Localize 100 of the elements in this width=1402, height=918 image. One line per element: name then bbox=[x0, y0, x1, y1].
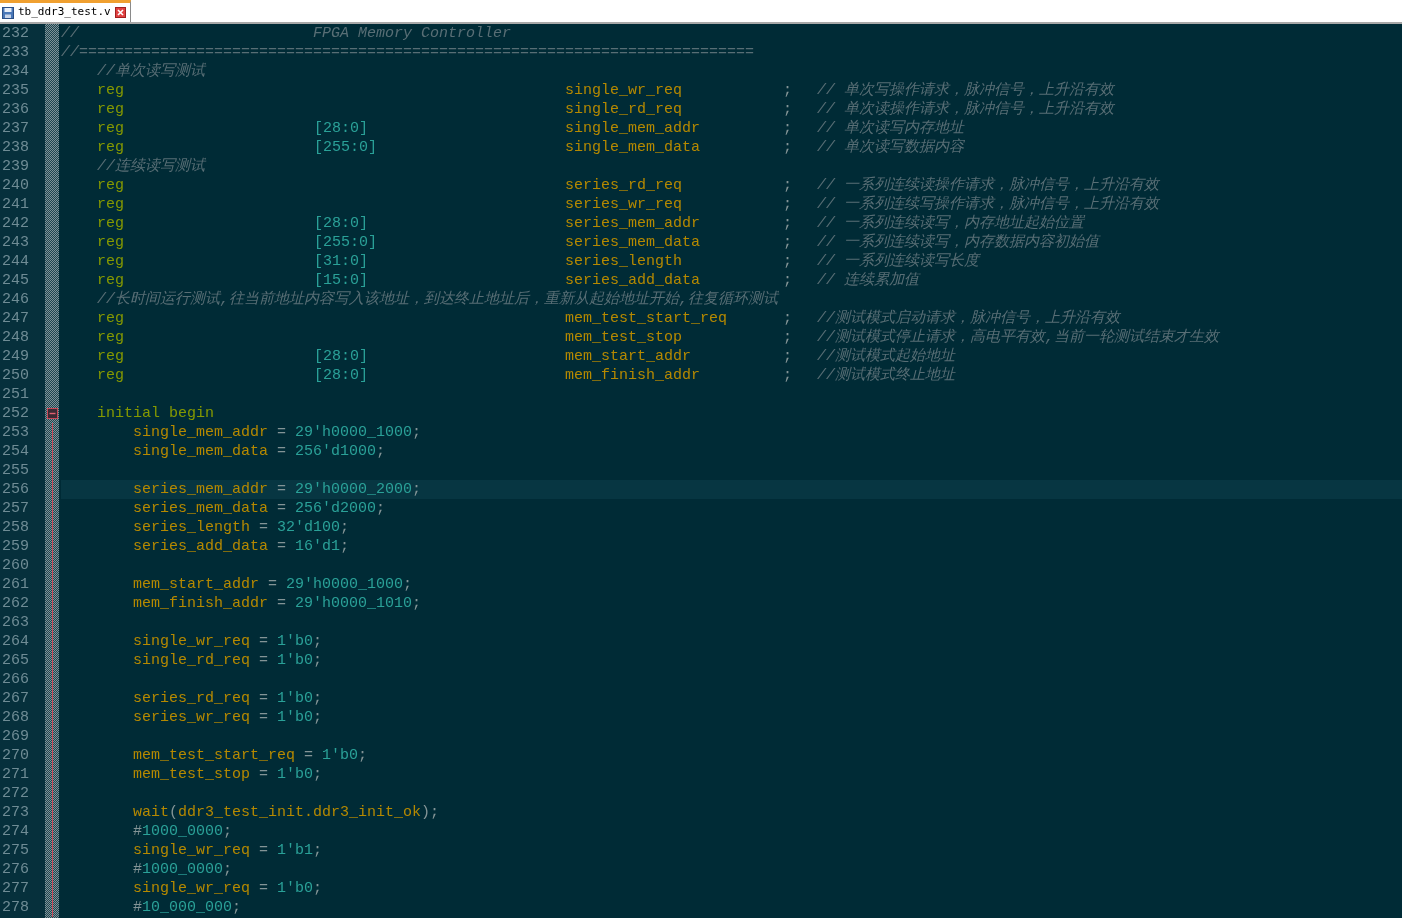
line-number: 277 bbox=[2, 880, 29, 897]
keyword: reg bbox=[97, 177, 124, 194]
semicolon: ; bbox=[783, 310, 792, 327]
line-number: 273 bbox=[2, 804, 29, 821]
line-number: 255 bbox=[2, 462, 29, 479]
line-number: 262 bbox=[2, 595, 29, 612]
code-comment: //测试模式终止地址 bbox=[817, 366, 955, 385]
keyword: reg bbox=[97, 272, 124, 289]
code-comment: // 单次写操作请求，脉冲信号，上升沿有效 bbox=[817, 81, 1114, 100]
semicolon: ; bbox=[783, 215, 792, 232]
line-number: 265 bbox=[2, 652, 29, 669]
line-number: 257 bbox=[2, 500, 29, 517]
code-statement: series_length = 32'd100; bbox=[133, 519, 350, 536]
line-number: 252 bbox=[2, 405, 29, 422]
line-number: 235 bbox=[2, 82, 29, 99]
signal-name: mem_start_addr bbox=[565, 348, 692, 365]
code-comment: // 单次读写内存地址 bbox=[817, 119, 964, 138]
line-number: 234 bbox=[2, 63, 29, 80]
line-number: 245 bbox=[2, 272, 29, 289]
code-comment: // 连续累加值 bbox=[817, 271, 919, 290]
keyword: reg bbox=[97, 310, 124, 327]
signal-name: mem_test_stop bbox=[565, 329, 683, 346]
code-comment: // 一系列连续读操作请求，脉冲信号，上升沿有效 bbox=[817, 176, 1159, 195]
line-number: 254 bbox=[2, 443, 29, 460]
code-statement: mem_test_start_req = 1'b0; bbox=[133, 747, 368, 764]
code-comment: // FPGA Memory Controller bbox=[61, 25, 512, 42]
signal-name: single_mem_data bbox=[565, 139, 701, 156]
bit-range: [28:0] bbox=[314, 348, 368, 365]
code-statement: initial begin bbox=[97, 405, 215, 422]
semicolon: ; bbox=[783, 82, 792, 99]
code-statement: series_wr_req = 1'b0; bbox=[133, 709, 323, 726]
keyword: reg bbox=[97, 253, 124, 270]
line-number: 246 bbox=[2, 291, 29, 308]
semicolon: ; bbox=[783, 253, 792, 270]
line-number: 275 bbox=[2, 842, 29, 859]
file-tab[interactable]: tb_ddr3_test.v bbox=[0, 0, 131, 22]
bit-range: [28:0] bbox=[314, 215, 368, 232]
line-number: 260 bbox=[2, 557, 29, 574]
keyword: reg bbox=[97, 120, 124, 137]
line-number: 266 bbox=[2, 671, 29, 688]
code-statement: single_wr_req = 1'b1; bbox=[133, 842, 323, 859]
code-comment: // 一系列连续读写长度 bbox=[817, 252, 979, 271]
line-number: 243 bbox=[2, 234, 29, 251]
line-number: 258 bbox=[2, 519, 29, 536]
code-statement: single_wr_req = 1'b0; bbox=[133, 880, 323, 897]
line-number: 244 bbox=[2, 253, 29, 270]
line-number: 233 bbox=[2, 44, 29, 61]
code-statement: #1000_0000; bbox=[133, 823, 233, 840]
save-icon bbox=[2, 6, 14, 19]
keyword: reg bbox=[97, 215, 124, 232]
code-comment: //测试模式启动请求，脉冲信号，上升沿有效 bbox=[817, 309, 1120, 328]
code-statement: series_mem_data = 256'd2000; bbox=[133, 500, 386, 517]
code-statement: series_mem_addr = 29'h0000_2000; bbox=[133, 481, 422, 498]
keyword: reg bbox=[97, 196, 124, 213]
code-comment: // 单次读操作请求，脉冲信号，上升沿有效 bbox=[817, 100, 1114, 119]
code-comment: // 一系列连续写操作请求，脉冲信号，上升沿有效 bbox=[817, 195, 1159, 214]
keyword: reg bbox=[97, 82, 124, 99]
code-statement: series_add_data = 16'd1; bbox=[133, 538, 350, 555]
code-comment: // 一系列连续读写，内存地址起始位置 bbox=[817, 214, 1084, 233]
signal-name: series_wr_req bbox=[565, 196, 683, 213]
signal-name: mem_finish_addr bbox=[565, 367, 701, 384]
signal-name: series_mem_addr bbox=[565, 215, 701, 232]
code-comment: //测试模式起始地址 bbox=[817, 347, 955, 366]
fold-minus-icon[interactable] bbox=[46, 408, 58, 419]
semicolon: ; bbox=[783, 348, 792, 365]
code-comment: // 单次读写数据内容 bbox=[817, 138, 964, 157]
signal-name: series_length bbox=[565, 253, 683, 270]
code-statement: single_mem_data = 256'd1000; bbox=[133, 443, 386, 460]
line-number: 272 bbox=[2, 785, 29, 802]
line-number: 253 bbox=[2, 424, 29, 441]
close-icon[interactable] bbox=[114, 7, 126, 18]
semicolon: ; bbox=[783, 329, 792, 346]
line-number: 239 bbox=[2, 158, 29, 175]
line-number: 240 bbox=[2, 177, 29, 194]
line-number: 250 bbox=[2, 367, 29, 384]
line-number: 238 bbox=[2, 139, 29, 156]
line-number: 232 bbox=[2, 25, 29, 42]
code-comment: //连续读写测试 bbox=[97, 158, 205, 175]
keyword: reg bbox=[97, 234, 124, 251]
line-number: 264 bbox=[2, 633, 29, 650]
line-number: 268 bbox=[2, 709, 29, 726]
bit-range: [28:0] bbox=[314, 120, 368, 137]
keyword: reg bbox=[97, 139, 124, 156]
bit-range: [28:0] bbox=[314, 367, 368, 384]
semicolon: ; bbox=[783, 196, 792, 213]
line-number: 269 bbox=[2, 728, 29, 745]
signal-name: single_wr_req bbox=[565, 82, 683, 99]
signal-name: mem_test_start_req bbox=[565, 310, 728, 327]
signal-name: series_add_data bbox=[565, 272, 701, 289]
code-statement: mem_start_addr = 29'h0000_1000; bbox=[133, 576, 413, 593]
bit-range: [255:0] bbox=[314, 234, 377, 251]
code-comment: //测试模式停止请求，高电平有效,当前一轮测试结束才生效 bbox=[817, 328, 1219, 347]
signal-name: single_mem_addr bbox=[565, 120, 701, 137]
line-number: 241 bbox=[2, 196, 29, 213]
code-comment: //长时间运行测试,往当前地址内容写入该地址，到达终止地址后，重新从起始地址开始,往复循环测试 bbox=[97, 291, 778, 308]
line-number: 278 bbox=[2, 899, 29, 916]
keyword: reg bbox=[97, 367, 124, 384]
code-statement: mem_finish_addr = 29'h0000_1010; bbox=[133, 595, 422, 612]
semicolon: ; bbox=[783, 120, 792, 137]
semicolon: ; bbox=[783, 367, 792, 384]
